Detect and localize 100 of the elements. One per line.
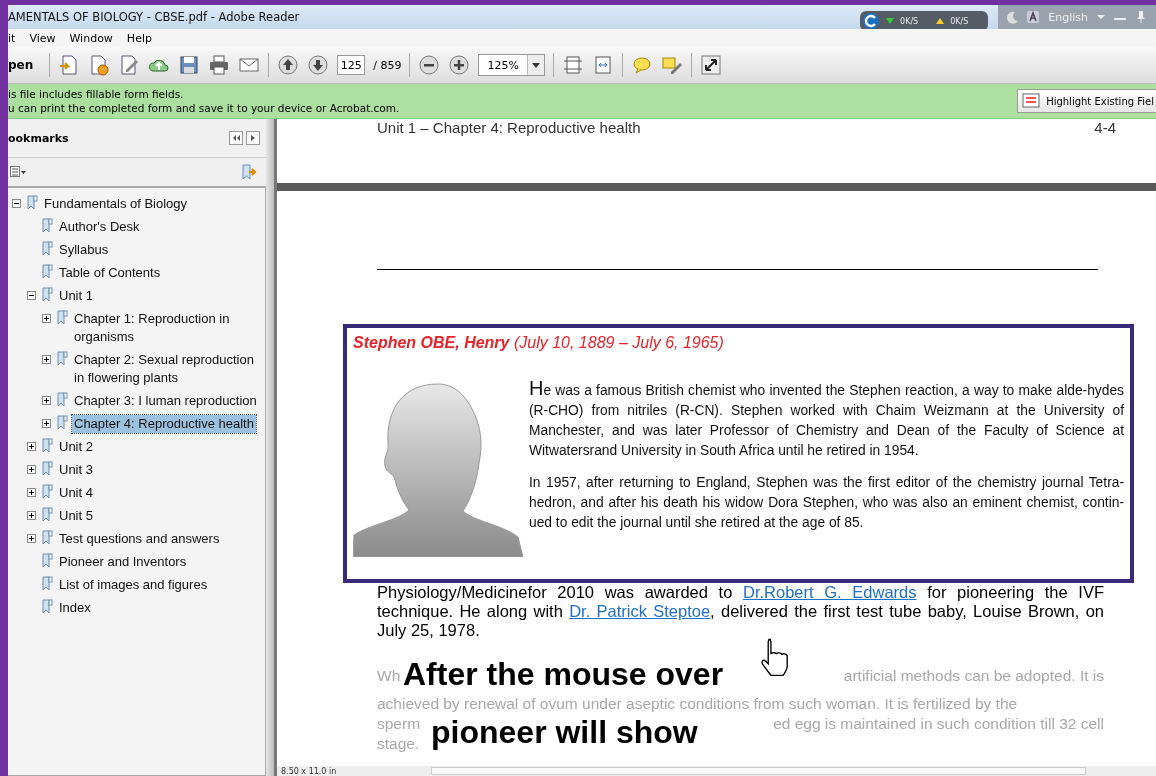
edit-document-icon[interactable] <box>118 54 141 76</box>
bookmark-item[interactable]: Syllabus <box>57 241 111 259</box>
expand-toggle[interactable] <box>42 419 51 428</box>
bookmark-icon <box>56 351 68 366</box>
bookmark-item[interactable]: Chapter 4: Reproductive health <box>72 415 256 433</box>
bookmark-icon <box>41 287 53 302</box>
next-page-icon[interactable] <box>307 54 330 76</box>
annotation-text: After the mouse over <box>403 656 724 692</box>
previous-page-icon[interactable] <box>277 54 300 76</box>
info-message: u can print the completed form and save it to your device or Acrobat.com. <box>8 101 401 115</box>
bookmark-item[interactable]: Fundamentals of Biology <box>42 195 190 213</box>
info-message: is file includes fillable form fields. <box>8 87 185 101</box>
bookmark-icon <box>26 195 38 210</box>
bookmark-item[interactable]: Unit 2 <box>57 438 95 456</box>
bookmark-item[interactable]: Test questions and answers <box>57 530 222 548</box>
bookmark-icon <box>41 264 53 279</box>
open-button[interactable]: pen <box>8 58 42 72</box>
window-title: AMENTALS OF BIOLOGY - CBSE.pdf - Adobe Reader <box>8 10 301 24</box>
bookmark-item[interactable]: Chapter 3: I luman reproduction <box>72 392 259 410</box>
bookmark-icon <box>41 461 53 476</box>
faded-text: sperm <box>377 714 421 734</box>
expand-toggle[interactable] <box>27 442 36 451</box>
down-arrow-icon <box>886 18 895 24</box>
download-speed: 0K/S <box>900 16 919 26</box>
expand-toggle[interactable] <box>42 396 51 405</box>
bookmark-icon <box>41 438 53 453</box>
comment-icon[interactable] <box>630 54 653 76</box>
zoom-dropdown[interactable]: 125% <box>478 54 545 76</box>
faded-text: Wh <box>377 666 401 686</box>
caret-icon <box>531 62 540 68</box>
collapse-toggle[interactable] <box>12 199 21 208</box>
annotation-text: pioneer will show <box>431 714 698 750</box>
bookmark-icon <box>41 599 53 614</box>
biography-paragraph: In 1957, after returning to England, Stephen was the first editor of the chemistry journal Tetra-hedron, and after his death his widow Dora Stephen, who was also an eminent chemist, contin-ued to edit the journal until she retired at the age of 85. <box>529 474 1124 532</box>
expand-toggle[interactable] <box>42 314 51 323</box>
biography-heading: Stephen OBE, Henry (July 10, 1889 – July 6, 1965) <box>353 334 725 352</box>
bookmark-icon <box>41 507 53 522</box>
expand-toggle[interactable] <box>27 465 36 474</box>
bookmark-icon <box>41 241 53 256</box>
print-icon[interactable] <box>208 54 231 76</box>
bookmark-icon <box>56 310 68 325</box>
highlight-fields-button[interactable]: Highlight Existing Fiel <box>1017 89 1156 113</box>
bookmark-item[interactable]: Author's Desk <box>57 218 142 236</box>
person-silhouette-icon <box>353 382 523 557</box>
bookmark-item[interactable]: Chapter 1: Reproduction in organisms <box>72 310 265 346</box>
zoom-out-icon[interactable] <box>418 54 441 76</box>
menu-item[interactable]: View <box>29 31 56 45</box>
bookmark-icon <box>41 576 53 591</box>
bookmark-icon <box>41 553 53 568</box>
text-link[interactable]: Dr. Patrick Steptoe <box>569 602 711 620</box>
page-header-number: 4-4 <box>1094 119 1116 137</box>
panel-splitter[interactable] <box>266 119 277 776</box>
menu-item[interactable]: Help <box>126 31 152 45</box>
collapse-toggle[interactable] <box>27 291 36 300</box>
horizontal-scrollbar[interactable] <box>431 767 1086 775</box>
bookmark-item[interactable]: Table of Contents <box>57 264 163 282</box>
bookmark-item[interactable]: Unit 1 <box>57 287 95 305</box>
zoom-in-icon[interactable] <box>448 54 471 76</box>
expand-toggle[interactable] <box>27 488 36 497</box>
options-menu-icon[interactable] <box>10 166 26 178</box>
form-fields-icon <box>1022 93 1043 109</box>
bookmark-item[interactable]: Index <box>57 599 93 617</box>
biography-paragraph: He was a famous British chemist who invented the Stephen reaction, a way to make alde-hydes (R-CHO) from nitriles (R-CN). Stephen worked with Chaim Weizmann at the University of Manchester, and was later Professor of Chemistry and Dean of the Faculty of Science at Witwatersrand University in South Africa until he retired in 1954. <box>529 378 1124 460</box>
faded-text: achieved by renewal of ovum under aseptic conditions from such woman. It is fertilized by the <box>377 694 1018 714</box>
bookmark-item[interactable]: Unit 4 <box>57 484 95 502</box>
bookmark-item[interactable]: List of images and figures <box>57 576 210 594</box>
collapse-panel-icon[interactable] <box>229 131 243 145</box>
bookmark-icon <box>56 415 68 430</box>
bookmark-item[interactable]: Unit 3 <box>57 461 95 479</box>
faded-text: stage. <box>377 734 420 754</box>
expand-panel-icon[interactable] <box>246 131 260 145</box>
panel-title: ookmarks <box>8 131 70 145</box>
expand-toggle[interactable] <box>42 355 51 364</box>
menu-item[interactable]: it <box>8 31 16 45</box>
bookmark-item[interactable]: Chapter 2: Sexual reproduction in flowering plants <box>72 351 265 387</box>
page-size-label: 8.50 x 11.0 in <box>280 766 338 776</box>
menu-item[interactable]: Window <box>69 31 113 45</box>
up-arrow-icon <box>936 18 945 24</box>
fit-page-icon[interactable] <box>561 54 584 76</box>
page-total: / 859 <box>373 58 402 72</box>
upload-speed: 0K/S <box>950 16 969 26</box>
bookmark-item[interactable]: Pioneer and Inventors <box>57 553 189 571</box>
page-number-field[interactable]: 125 <box>337 55 366 75</box>
bookmark-item[interactable]: Unit 5 <box>57 507 95 525</box>
bookmark-icon <box>41 218 53 233</box>
save-icon[interactable] <box>178 54 201 76</box>
bookmark-icon <box>41 484 53 499</box>
expand-icon[interactable] <box>699 54 722 76</box>
body-paragraph: Physiology/Medicinefor 2010 was awarded to Dr.Robert G. Edwards for pioneering the IVF technique. He along with Dr. Patrick Steptoe, delivered the first test tube baby, Louise Brown, on July 25, 1978. <box>377 583 1104 640</box>
bookmark-icon <box>41 530 53 545</box>
bookmark-icon <box>56 392 68 407</box>
page-header-title: Unit 1 – Chapter 4: Reproductive health <box>377 119 641 137</box>
text-link[interactable]: Dr.Robert G. Edwards <box>743 583 917 601</box>
expand-toggle[interactable] <box>27 534 36 543</box>
document-stamp-icon[interactable] <box>88 54 111 76</box>
translate-icon <box>1026 10 1041 24</box>
faded-text: artificial methods can be adopted. It is <box>843 666 1104 686</box>
expand-toggle[interactable] <box>27 511 36 520</box>
highlight-text-icon[interactable] <box>660 54 683 76</box>
faded-text: ed egg is maintained in such condition till 32 cell <box>773 714 1104 734</box>
